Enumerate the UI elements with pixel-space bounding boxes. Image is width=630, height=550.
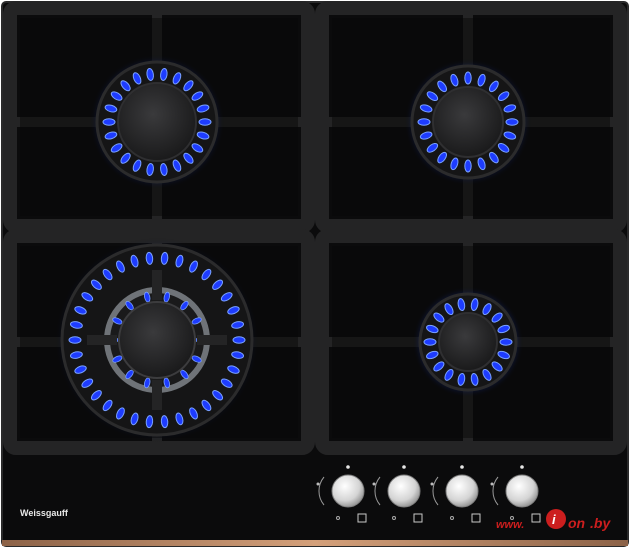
burner-cap xyxy=(117,82,197,162)
indicator-dot xyxy=(346,465,350,469)
watermark-suffix: .by xyxy=(590,515,611,531)
indicator-dot xyxy=(460,465,464,469)
knob[interactable] xyxy=(387,474,421,508)
knob[interactable] xyxy=(505,474,539,508)
gas-hob: Weissgauff www. i on .by xyxy=(1,1,629,547)
burner-cap xyxy=(438,312,498,372)
flame xyxy=(505,118,519,126)
flame xyxy=(417,118,431,126)
flame xyxy=(232,336,246,344)
indicator-dot xyxy=(520,465,524,469)
flame-symbol-icon xyxy=(316,482,320,486)
watermark-name: on xyxy=(568,515,585,531)
burner-front-left xyxy=(54,237,260,443)
indicator-dot xyxy=(402,465,406,469)
watermark-logo-icon xyxy=(546,509,566,529)
flame-symbol-icon xyxy=(372,482,376,486)
flame xyxy=(464,159,472,173)
flame xyxy=(198,118,212,126)
flame xyxy=(68,336,82,344)
watermark-logo-letter: i xyxy=(552,512,556,527)
burner-rear-left xyxy=(89,54,225,190)
brand-logo: Weissgauff xyxy=(20,508,69,518)
burner-rear-right xyxy=(404,58,532,186)
burner-cap xyxy=(432,86,504,158)
flame xyxy=(423,338,437,346)
burner-front-right xyxy=(412,286,524,398)
cooktop-photo: Weissgauff www. i on .by xyxy=(0,0,630,550)
flame xyxy=(464,71,472,85)
knob[interactable] xyxy=(445,474,479,508)
knob[interactable] xyxy=(331,474,365,508)
burner-cap xyxy=(118,301,196,379)
flame xyxy=(102,118,116,126)
flame-symbol-icon xyxy=(490,482,494,486)
watermark-prefix: www. xyxy=(496,519,524,531)
flame xyxy=(499,338,513,346)
copper-trim xyxy=(2,540,628,546)
flame-symbol-icon xyxy=(430,482,434,486)
